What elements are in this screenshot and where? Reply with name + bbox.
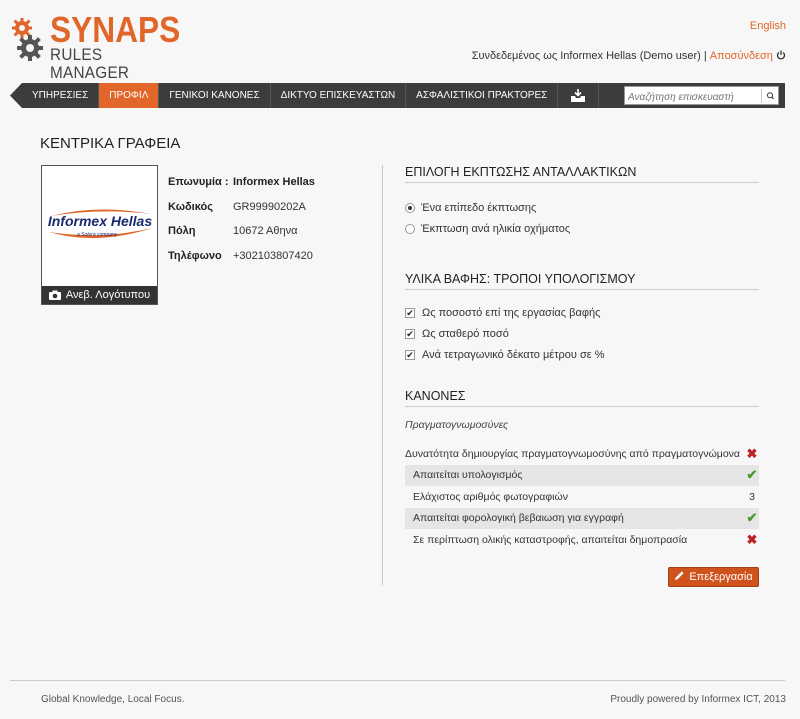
rules-section-title: ΚΑΝΟΝΕΣ (405, 389, 759, 407)
svg-text:a Solera company: a Solera company (77, 232, 118, 238)
logout-link[interactable]: Αποσύνδεση (710, 50, 773, 62)
rule-row: Απαιτείται φορολογική βεβαιωση για εγγρα… (405, 507, 759, 529)
discount-section-title: ΕΠΙΛΟΓΗ ΕΚΠΤΩΣΗΣ ΑΝΤΑΛΛΑΚΤΙΚΩΝ (405, 165, 759, 183)
info-value: GR99990202A (233, 200, 306, 213)
checkbox[interactable]: ✔ (405, 328, 415, 339)
paint-section-title: ΥΛΙΚΑ ΒΑΦΗΣ: ΤΡΟΠΟΙ ΥΠΟΛΟΓΙΣΜΟΥ (405, 272, 759, 290)
radio-button[interactable] (405, 202, 415, 213)
footer-tagline: Global Knowledge, Local Focus. (41, 694, 185, 705)
edit-button[interactable]: Επεξεργασία (668, 567, 759, 587)
nav-profile[interactable]: ΠΡΟΦΙΛ (99, 83, 160, 108)
option-label: Ως ποσοστό επί της εργασίας βαφής (422, 306, 601, 319)
radio-button[interactable] (405, 223, 415, 234)
paint-option-area[interactable]: ✔ Ανά τετραγωνικό δέκατο μέτρου σε % (405, 344, 759, 365)
camera-icon (48, 290, 61, 301)
check-icon: ✔ (746, 510, 758, 526)
footer-divider (10, 680, 785, 681)
info-row-code: Κωδικός GR99990202A (168, 201, 315, 226)
cross-icon: ✖ (746, 445, 758, 461)
edit-label: Επεξεργασία (689, 571, 753, 583)
search-input[interactable] (625, 89, 757, 106)
discount-option-single[interactable]: Ένα επίπεδο έκπτωσης (405, 197, 759, 218)
brand-subtitle: RULES MANAGER (50, 45, 130, 82)
pencil-icon (675, 571, 684, 580)
rule-row: Σε περίπτωση ολικής καταστροφής, απαιτεί… (405, 529, 759, 551)
column-divider (382, 165, 383, 585)
nav-repairers-network[interactable]: ΔΙΚΤΥΟ ΕΠΙΣΚΕΥΑΣΤΩΝ (271, 83, 407, 108)
paint-option-fixed[interactable]: ✔ Ως σταθερό ποσό (405, 323, 759, 344)
rule-text: Σε περίπτωση ολικής καταστροφής, απαιτεί… (413, 533, 688, 546)
power-icon[interactable] (776, 50, 786, 60)
rule-row: Δυνατότητα δημιουργίας πραγματογνωμοσύνη… (405, 443, 759, 465)
upload-logo-label: Ανεβ. Λογότυπου (65, 289, 151, 301)
rule-text: Ελάχιστος αριθμός φωτογραφιών (413, 490, 568, 503)
info-label: Τηλέφωνο (168, 249, 222, 262)
checkbox[interactable]: ✔ (405, 307, 415, 318)
nav-items: ΥΠΗΡΕΣΙΕΣ ΠΡΟΦΙΛ ΓΕΝΙΚΟΙ ΚΑΝΟΝΕΣ ΔΙΚΤΥΟ … (22, 83, 600, 108)
info-value: Informex Hellas (233, 176, 315, 188)
check-icon: ✔ (746, 467, 758, 483)
svg-text:Informex Hellas: Informex Hellas (48, 213, 152, 229)
nav-arrow (10, 83, 22, 108)
company-logo-image: Informex Hellas a Solera company (48, 209, 152, 239)
settings-panel: ΕΠΙΛΟΓΗ ΕΚΠΤΩΣΗΣ ΑΝΤΑΛΛΑΚΤΙΚΩΝ Ένα επίπε… (405, 165, 759, 551)
rule-text: Δυνατότητα δημιουργίας πραγματογνωμοσύνη… (405, 447, 740, 460)
info-row-city: Πόλη 10672 Αθηνα (168, 225, 315, 250)
info-label: Πόλη (168, 225, 196, 237)
info-label: Επωνυμία : (168, 176, 229, 188)
rule-value: 3 (749, 490, 755, 503)
inbox-download-icon (571, 88, 586, 102)
logged-in-text: Συνδεδεμένος ως Informex Hellas (Demo us… (471, 50, 707, 62)
footer-credits: Proudly powered by Informex ICT, 2013 (610, 694, 786, 705)
user-status: Συνδεδεμένος ως Informex Hellas (Demo us… (472, 50, 786, 62)
option-label: Ως σταθερό ποσό (422, 327, 509, 340)
info-label: Κωδικός (168, 200, 213, 213)
rule-text: Απαιτείται υπολογισμός (413, 469, 523, 482)
option-label: Ένα επίπεδο έκπτωσης (421, 201, 537, 214)
brand-name: SYNAPS (50, 9, 181, 50)
rule-row: Απαιτείται υπολογισμός ✔ (405, 464, 759, 486)
search-icon[interactable] (761, 89, 775, 103)
company-info: Επωνυμία : Informex Hellas Κωδικός GR999… (168, 176, 315, 274)
checkbox[interactable]: ✔ (405, 349, 415, 360)
app-logo[interactable]: SYNAPS RULES MANAGER (12, 9, 192, 82)
page-title: ΚΕΝΤΡΙΚΑ ΓΡΑΦΕΙΑ (40, 135, 181, 152)
info-row-name: Επωνυμία : Informex Hellas (168, 176, 315, 201)
info-value: +302103807420 (233, 249, 313, 262)
option-label: Ανά τετραγωνικό δέκατο μέτρου σε % (422, 348, 605, 361)
paint-option-percent[interactable]: ✔ Ως ποσοστό επί της εργασίας βαφής (405, 302, 759, 323)
nav-insurance-agents[interactable]: ΑΣΦΑΛΙΣΤΙΚΟΙ ΠΡΑΚΤΟΡΕΣ (406, 83, 559, 108)
nav-services[interactable]: ΥΠΗΡΕΣΙΕΣ (22, 83, 100, 108)
rules-subtitle: Πραγματογνωμοσύνες (405, 419, 509, 431)
rule-row: Ελάχιστος αριθμός φωτογραφιών 3 (405, 486, 759, 508)
cross-icon: ✖ (746, 531, 758, 547)
gears-icon (12, 18, 43, 61)
info-value: 10672 Αθηνα (233, 225, 298, 237)
language-link[interactable]: English (750, 20, 786, 32)
rule-text: Απαιτείται φορολογική βεβαιωση για εγγρα… (413, 512, 624, 525)
option-label: Έκπτωση ανά ηλικία οχήματος (421, 222, 571, 235)
discount-option-age[interactable]: Έκπτωση ανά ηλικία οχήματος (405, 218, 759, 239)
info-row-phone: Τηλέφωνο +302103807420 (168, 250, 315, 275)
upload-logo-button[interactable]: Ανεβ. Λογότυπου (42, 286, 157, 304)
company-logo-box: Informex Hellas a Solera company Ανεβ. Λ… (41, 165, 158, 305)
main-nav: ΥΠΗΡΕΣΙΕΣ ΠΡΟΦΙΛ ΓΕΝΙΚΟΙ ΚΑΝΟΝΕΣ ΔΙΚΤΥΟ … (10, 83, 785, 108)
nav-general-rules[interactable]: ΓΕΝΙΚΟΙ ΚΑΝΟΝΕΣ (159, 83, 271, 108)
nav-inbox[interactable] (558, 83, 600, 108)
search-box (624, 86, 779, 106)
